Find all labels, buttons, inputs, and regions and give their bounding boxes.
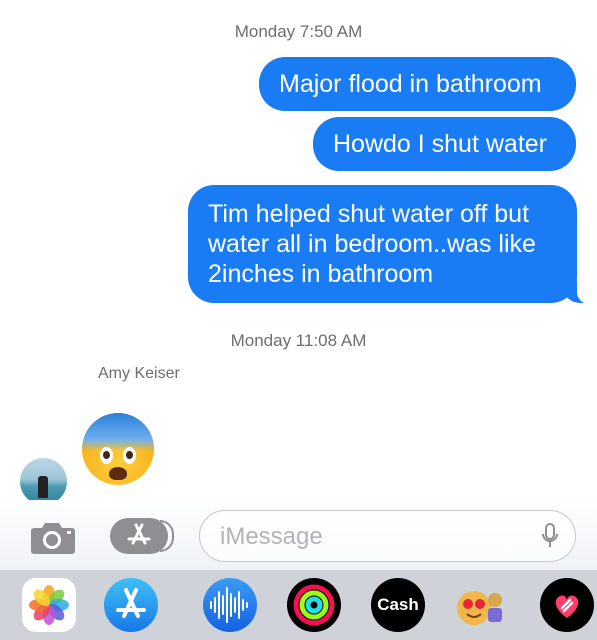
timestamp: Monday 11:08 AM (230, 331, 367, 350)
emoji-forehead (82, 413, 154, 451)
message-input[interactable] (218, 511, 522, 562)
outgoing-message-bubble[interactable]: Major flood in bathroom (259, 57, 576, 111)
memoji-icon[interactable] (452, 578, 506, 632)
message-text-line: Tim helped shut water off but (208, 200, 530, 228)
emoji-eye (123, 447, 136, 464)
activity-rings-icon[interactable] (287, 578, 341, 632)
timestamp: Monday 7:50 AM (234, 22, 363, 41)
outgoing-message-bubble[interactable]: Howdo I shut water (313, 117, 576, 171)
contact-avatar[interactable] (20, 458, 67, 505)
message-input-field[interactable] (199, 510, 576, 562)
sender-name: Amy Keiser (98, 365, 180, 382)
microphone-icon[interactable] (541, 523, 559, 549)
digital-touch-icon[interactable] (540, 578, 594, 632)
emoji-eye (100, 447, 113, 464)
app-store-icon[interactable] (104, 578, 158, 632)
message-text: Howdo I shut water (333, 130, 547, 158)
message-text-line: 2inches in bathroom (208, 260, 434, 288)
outgoing-message-bubble[interactable]: Tim helped shut water off but water all … (188, 185, 595, 304)
photos-icon[interactable] (22, 578, 76, 632)
message-text: Major flood in bathroom (279, 70, 542, 98)
apple-cash-icon[interactable]: Cash (371, 578, 425, 632)
anxious-face-with-sweat-emoji[interactable] (82, 413, 154, 485)
camera-icon[interactable] (28, 520, 78, 556)
bubble-tail-mask (577, 280, 595, 304)
cash-label: Cash (377, 595, 419, 614)
message-text-line: water all in bedroom..was like (208, 230, 536, 258)
avatar-figure (38, 476, 48, 498)
audio-waveform-icon[interactable] (203, 578, 257, 632)
app-store-icon[interactable] (110, 518, 174, 554)
emoji-mouth (109, 467, 127, 480)
